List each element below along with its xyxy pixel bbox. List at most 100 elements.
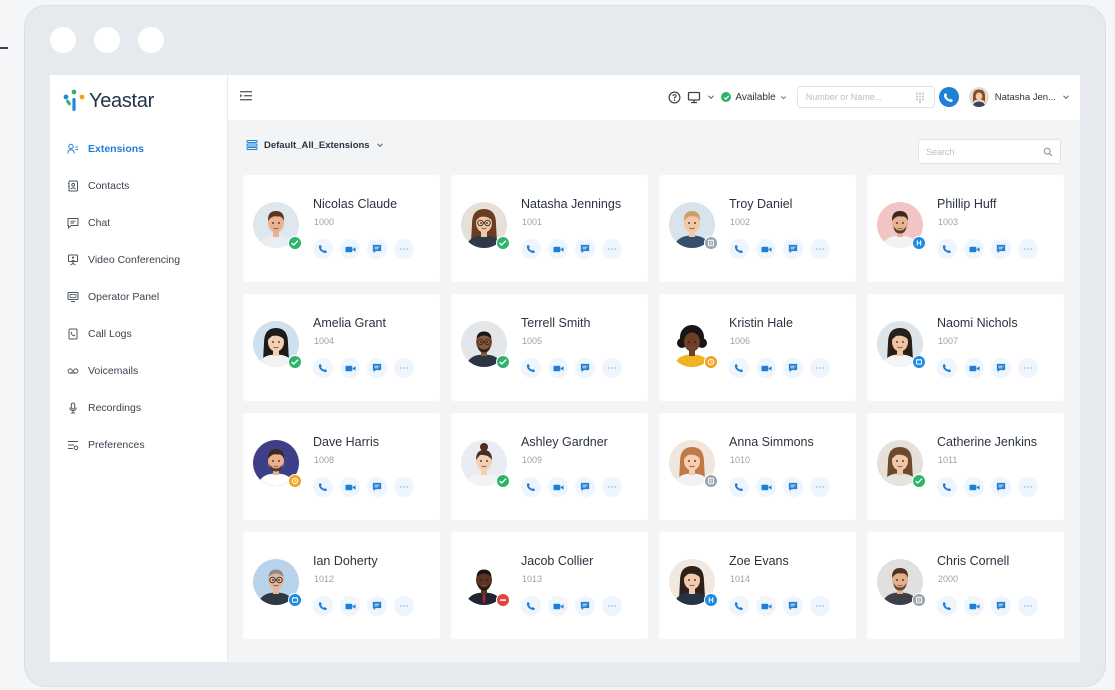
extension-card[interactable]: Naomi Nichols 1007: [867, 294, 1064, 401]
video-call-button[interactable]: [548, 477, 568, 497]
avatar-container[interactable]: [877, 321, 926, 369]
video-call-button[interactable]: [340, 596, 360, 616]
chat-button[interactable]: [783, 358, 803, 378]
more-button[interactable]: [602, 358, 622, 378]
extension-card[interactable]: Nicolas Claude 1000: [243, 175, 440, 282]
call-button[interactable]: [313, 477, 333, 497]
chat-button[interactable]: [367, 239, 387, 259]
sidebar-item-preferences[interactable]: Preferences: [50, 426, 228, 463]
extension-card[interactable]: Troy Daniel 1002: [659, 175, 856, 282]
chat-button[interactable]: [367, 477, 387, 497]
call-button[interactable]: [729, 358, 749, 378]
more-button[interactable]: [810, 477, 830, 497]
chat-button[interactable]: [783, 477, 803, 497]
more-button[interactable]: [810, 358, 830, 378]
collapse-menu-icon[interactable]: [238, 88, 254, 104]
sidebar-item-chat[interactable]: Chat: [50, 204, 228, 241]
avatar-container[interactable]: [669, 202, 718, 250]
chat-button[interactable]: [367, 358, 387, 378]
extension-card[interactable]: Anna Simmons 1010: [659, 413, 856, 520]
video-call-button[interactable]: [964, 596, 984, 616]
keypad-icon[interactable]: [915, 92, 925, 103]
user-avatar[interactable]: [968, 87, 989, 107]
extension-group-dropdown[interactable]: Default_All_Extensions: [246, 139, 384, 151]
window-dot-2[interactable]: [94, 27, 120, 53]
call-button[interactable]: [938, 87, 959, 107]
more-button[interactable]: [810, 596, 830, 616]
extension-card[interactable]: Ian Doherty 1012: [243, 532, 440, 639]
chat-button[interactable]: [783, 239, 803, 259]
avatar-container[interactable]: [461, 321, 510, 369]
video-call-button[interactable]: [964, 358, 984, 378]
sidebar-item-contacts[interactable]: Contacts: [50, 167, 228, 204]
avatar-container[interactable]: [669, 559, 718, 607]
extension-card[interactable]: Chris Cornell 2000: [867, 532, 1064, 639]
extension-card[interactable]: Ashley Gardner 1009: [451, 413, 648, 520]
chat-button[interactable]: [575, 239, 595, 259]
window-dot-1[interactable]: [50, 27, 76, 53]
chat-button[interactable]: [783, 596, 803, 616]
video-call-button[interactable]: [964, 477, 984, 497]
call-button[interactable]: [937, 358, 957, 378]
search-icon[interactable]: [1043, 147, 1053, 157]
sidebar-item-operator-panel[interactable]: Operator Panel: [50, 278, 228, 315]
sidebar-item-video-conferencing[interactable]: Video Conferencing: [50, 241, 228, 278]
call-button[interactable]: [729, 239, 749, 259]
more-button[interactable]: [602, 239, 622, 259]
video-call-button[interactable]: [340, 358, 360, 378]
extension-card[interactable]: Natasha Jennings 1001: [451, 175, 648, 282]
more-button[interactable]: [1018, 358, 1038, 378]
avatar-container[interactable]: [253, 559, 302, 607]
help-icon[interactable]: [668, 91, 681, 104]
video-call-button[interactable]: [756, 596, 776, 616]
window-dot-3[interactable]: [138, 27, 164, 53]
call-button[interactable]: [313, 239, 333, 259]
more-button[interactable]: [1018, 477, 1038, 497]
more-button[interactable]: [1018, 596, 1038, 616]
call-button[interactable]: [937, 239, 957, 259]
more-button[interactable]: [394, 239, 414, 259]
extension-card[interactable]: Zoe Evans 1014: [659, 532, 856, 639]
call-button[interactable]: [729, 477, 749, 497]
avatar-container[interactable]: [669, 321, 718, 369]
avatar-container[interactable]: [877, 440, 926, 488]
monitor-icon[interactable]: [687, 91, 701, 104]
video-call-button[interactable]: [340, 477, 360, 497]
call-button[interactable]: [313, 358, 333, 378]
avatar-container[interactable]: [253, 321, 302, 369]
call-button[interactable]: [313, 596, 333, 616]
chat-button[interactable]: [367, 596, 387, 616]
chat-button[interactable]: [575, 596, 595, 616]
more-button[interactable]: [394, 358, 414, 378]
video-call-button[interactable]: [756, 358, 776, 378]
avatar-container[interactable]: [461, 440, 510, 488]
chat-button[interactable]: [991, 596, 1011, 616]
extension-card[interactable]: Jacob Collier 1013: [451, 532, 648, 639]
more-button[interactable]: [602, 596, 622, 616]
video-call-button[interactable]: [548, 358, 568, 378]
video-call-button[interactable]: [964, 239, 984, 259]
avatar-container[interactable]: [461, 559, 510, 607]
chevron-down-icon[interactable]: [707, 93, 715, 101]
video-call-button[interactable]: [548, 596, 568, 616]
video-call-button[interactable]: [340, 239, 360, 259]
sidebar-item-call-logs[interactable]: Call Logs: [50, 315, 228, 352]
avatar-container[interactable]: [877, 559, 926, 607]
avatar-container[interactable]: [461, 202, 510, 250]
chevron-down-icon[interactable]: [1062, 93, 1070, 101]
call-button[interactable]: [521, 596, 541, 616]
video-call-button[interactable]: [756, 239, 776, 259]
search-input[interactable]: [926, 146, 1036, 157]
sidebar-item-recordings[interactable]: Recordings: [50, 389, 228, 426]
chat-button[interactable]: [575, 358, 595, 378]
more-button[interactable]: [394, 596, 414, 616]
more-button[interactable]: [1018, 239, 1038, 259]
more-button[interactable]: [602, 477, 622, 497]
call-button[interactable]: [521, 239, 541, 259]
avatar-container[interactable]: [877, 202, 926, 250]
extension-card[interactable]: Kristin Hale 1006: [659, 294, 856, 401]
presence-status-dropdown[interactable]: Available: [721, 92, 786, 103]
extension-card[interactable]: Terrell Smith 1005: [451, 294, 648, 401]
extension-card[interactable]: Phillip Huff 1003: [867, 175, 1064, 282]
avatar-container[interactable]: [253, 202, 302, 250]
